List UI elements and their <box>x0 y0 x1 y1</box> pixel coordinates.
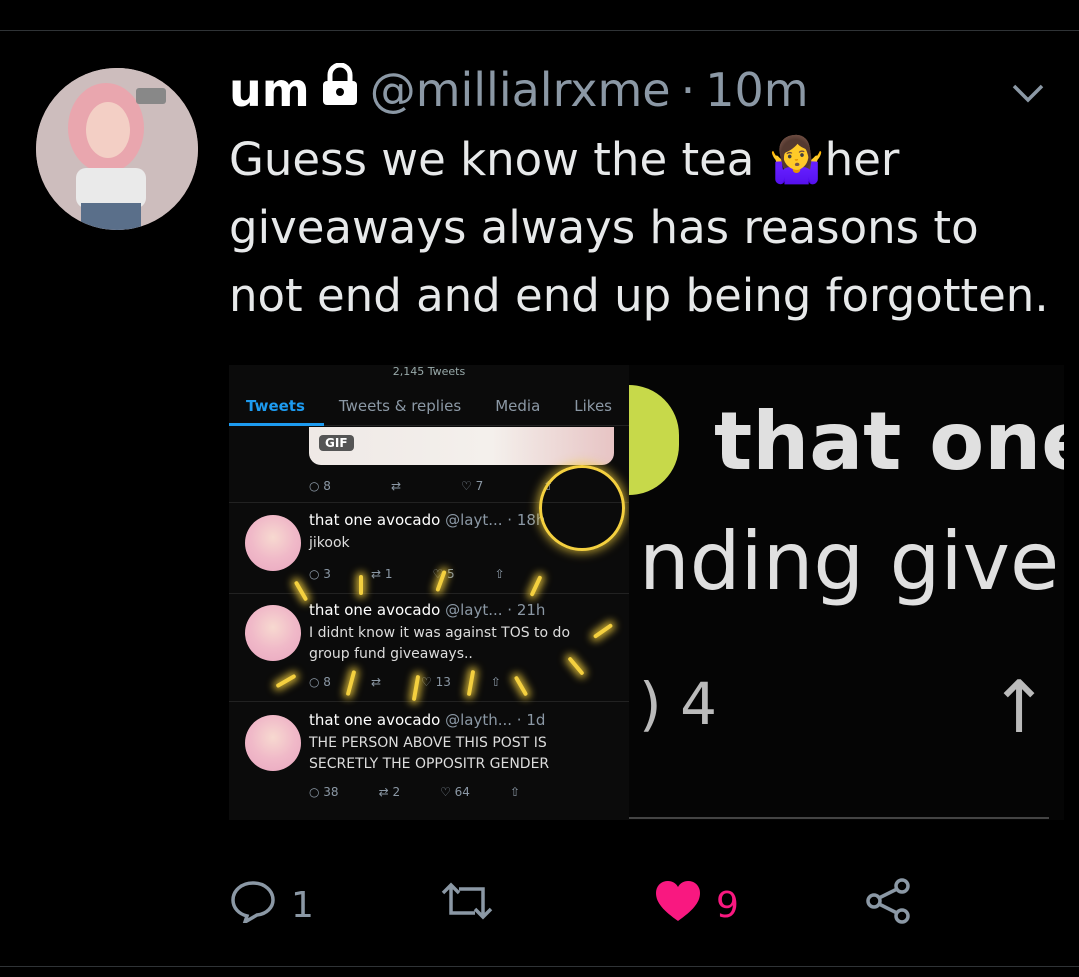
timestamp[interactable]: 10m <box>705 63 808 117</box>
avocado-emoji <box>629 385 679 495</box>
post-handle: @layt... <box>445 511 503 529</box>
like-count: ♡ 64 <box>440 785 470 799</box>
post-time: · 21h <box>507 601 546 619</box>
handle[interactable]: @millialrxme <box>370 63 671 117</box>
tab-likes: Likes <box>574 397 612 415</box>
display-name[interactable]: um <box>229 63 310 117</box>
retweet-icon: ⇄ <box>370 675 381 689</box>
post-handle: @layt... <box>445 601 503 619</box>
zoom-text-line2: nding give <box>639 515 1060 608</box>
like-button[interactable]: 9 <box>654 875 739 935</box>
chevron-down-icon[interactable] <box>1010 78 1046 108</box>
media-screenshot: 2,145 Tweets Tweets Tweets & replies Med… <box>229 365 629 820</box>
share-icon: ⇧ <box>494 567 505 581</box>
reply-icon <box>229 879 277 932</box>
avatar <box>245 515 301 571</box>
separator: · <box>680 63 696 117</box>
reply-count: ○ 8 <box>309 479 331 493</box>
profile-tabs: Tweets Tweets & replies Media Likes <box>229 387 629 426</box>
gif-badge: GIF <box>319 435 354 451</box>
top-divider <box>0 30 1079 31</box>
share-button[interactable] <box>864 875 912 935</box>
share-icon <box>864 877 912 934</box>
share-icon: ⇧ <box>509 785 521 799</box>
share-icon: ↑ <box>989 665 1050 749</box>
post-time: · 1d <box>516 711 546 729</box>
tweet-actions: 1 9 <box>229 875 1059 935</box>
tab-tweets: Tweets <box>246 397 305 415</box>
like-count: ♡ 7 <box>461 479 484 493</box>
tab-tweets-replies: Tweets & replies <box>338 397 462 415</box>
media-zoom: that one nding give ) 4 ↑ <box>629 365 1064 820</box>
reply-count: ○ 38 <box>309 785 339 799</box>
post-name: that one avocado <box>309 511 441 529</box>
reply-count: ○ 8 <box>309 675 331 689</box>
post-text: I didnt know it was against TOS to do gr… <box>309 625 571 662</box>
bottom-divider <box>0 966 1079 967</box>
gif-card: GIF <box>309 427 614 465</box>
heart-icon <box>654 879 702 932</box>
avatar <box>245 605 301 661</box>
reply-button[interactable]: 1 <box>229 875 314 935</box>
divider <box>229 593 629 594</box>
highlight-circle <box>539 465 625 551</box>
zoom-reply-count: ) 4 <box>639 670 717 738</box>
tweet-count: 2,145 Tweets <box>392 365 466 378</box>
active-tab-indicator <box>229 423 324 426</box>
post-name: that one avocado <box>309 601 441 619</box>
share-icon: ⇧ <box>490 675 501 689</box>
avatar[interactable] <box>36 68 198 230</box>
post-text: THE PERSON ABOVE THIS POST IS SECRETLY T… <box>309 735 550 772</box>
list-item: that one avocado @layt... · 21h I didnt … <box>229 595 629 701</box>
list-item: that one avocado @layth... · 1d THE PERS… <box>229 705 629 805</box>
like-count: ♡ 13 <box>421 675 451 689</box>
tweet-media[interactable]: 2,145 Tweets Tweets Tweets & replies Med… <box>229 365 1064 820</box>
retweet-icon <box>439 879 495 932</box>
divider <box>229 701 629 702</box>
highlight-stroke <box>359 575 363 595</box>
zoom-divider <box>629 817 1049 819</box>
reply-count: ○ 3 <box>309 567 331 581</box>
reply-count: 1 <box>291 884 314 926</box>
post-name: that one avocado <box>309 711 441 729</box>
tweet-header: um @millialrxme · 10m <box>229 60 809 120</box>
avatar <box>245 715 301 771</box>
retweet-count: ⇄ 2 <box>378 785 401 799</box>
like-count: 9 <box>716 884 739 926</box>
retweet-icon: ⇄ <box>390 479 401 493</box>
post-handle: @layth... <box>445 711 513 729</box>
lock-icon <box>320 62 360 118</box>
tweet-text: Guess we know the tea 🤷‍♀️her giveaways … <box>229 133 1049 322</box>
retweet-count: ⇄ 1 <box>370 567 393 581</box>
tab-media: Media <box>495 397 541 415</box>
retweet-button[interactable] <box>439 875 495 935</box>
zoom-text-line1: that one <box>714 395 1064 488</box>
